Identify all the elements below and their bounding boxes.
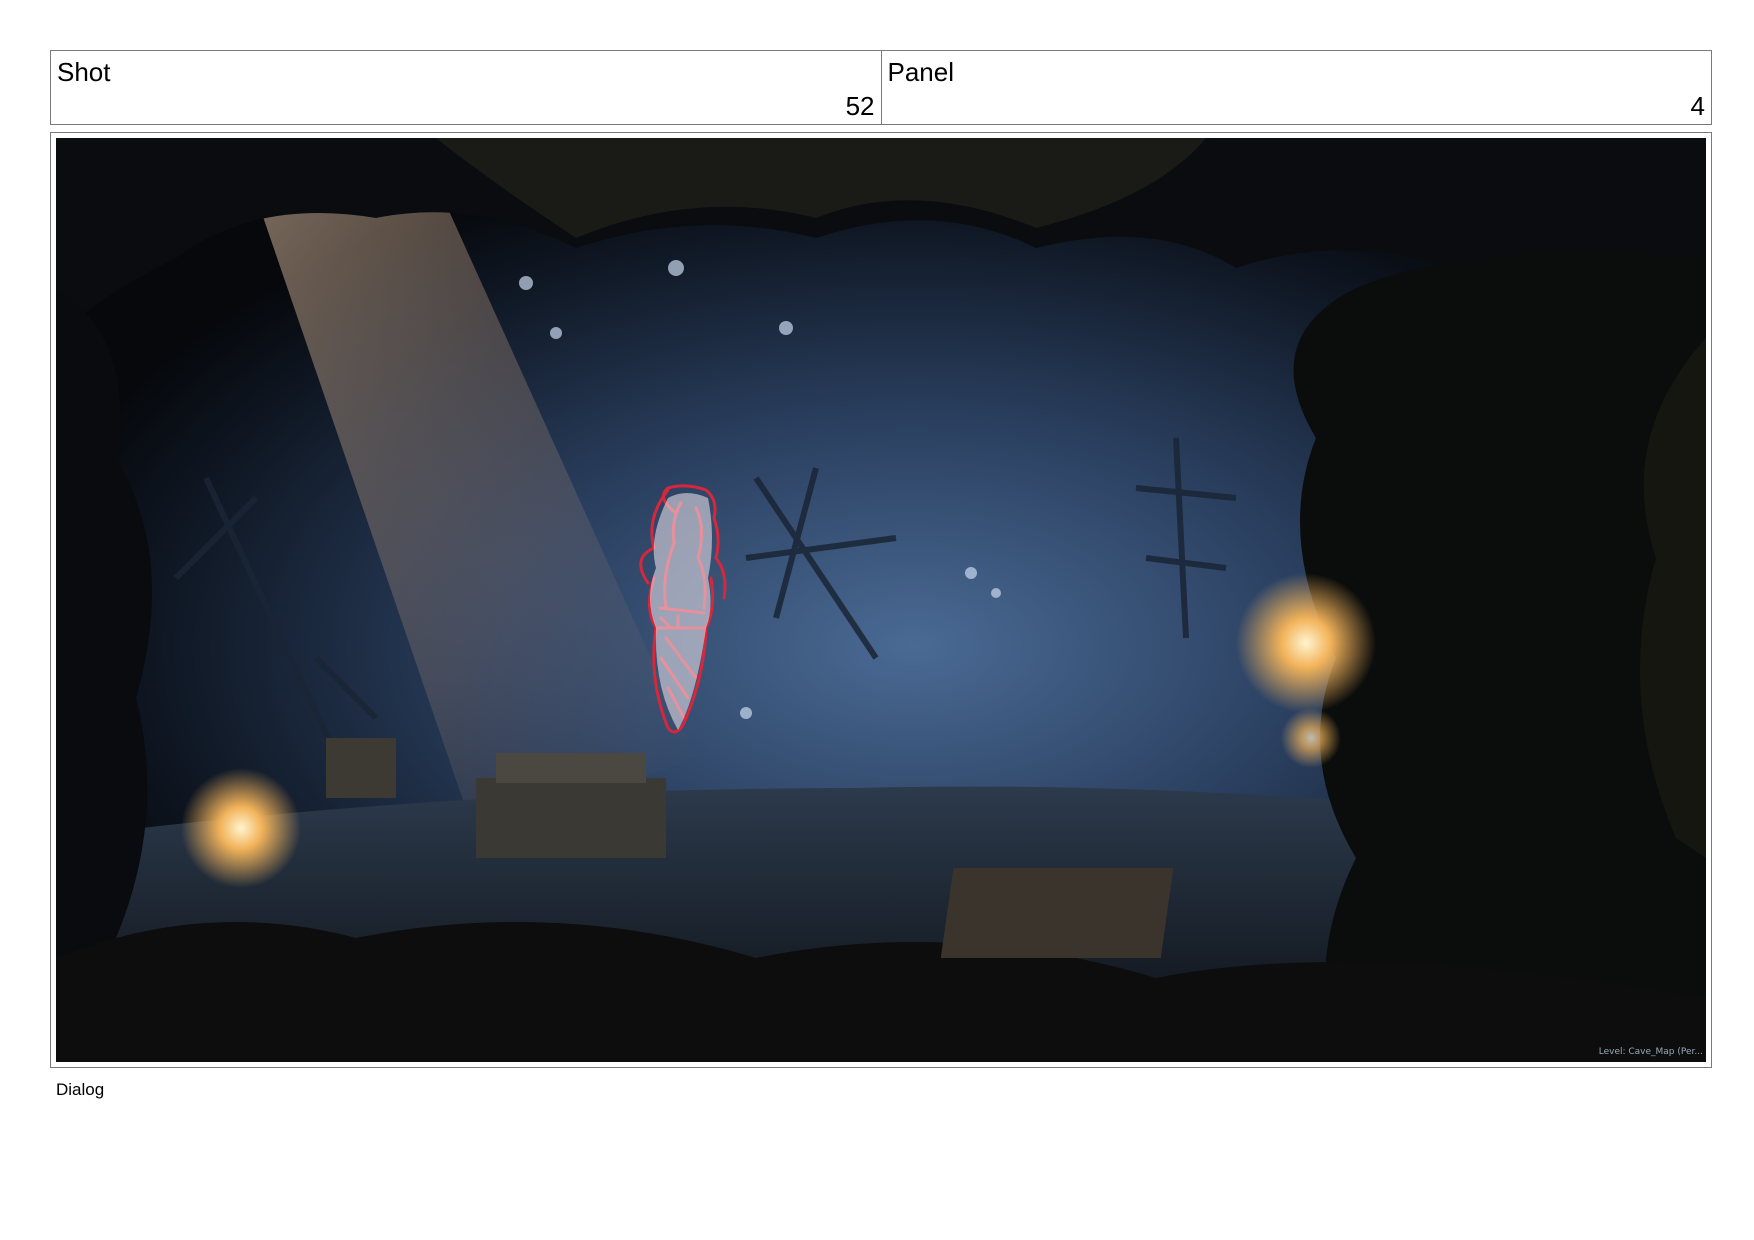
dialog-label: Dialog [56, 1080, 105, 1099]
shot-panel-header: Shot 52 Panel 4 [50, 50, 1712, 125]
shot-cell: Shot 52 [51, 51, 881, 124]
shot-number: 52 [845, 91, 875, 121]
storyboard-image: Level: Cave_Map (Per... [56, 138, 1706, 1062]
panel-number: 4 [1690, 91, 1705, 121]
cave-scene-illustration [56, 138, 1706, 1062]
panel-cell: Panel 4 [880, 51, 1712, 124]
panel-label: Panel [887, 57, 955, 87]
shot-label: Shot [57, 57, 111, 87]
viewport-level-readout: Level: Cave_Map (Per... [1598, 1047, 1703, 1057]
storyboard-frame: Level: Cave_Map (Per... [50, 132, 1712, 1068]
